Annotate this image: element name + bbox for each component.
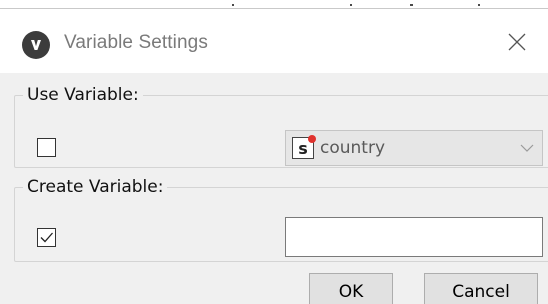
new-variable-name-input[interactable] <box>285 217 543 257</box>
variable-select-value: country <box>320 138 386 158</box>
use-variable-checkbox[interactable] <box>37 138 56 157</box>
dialog-title: Variable Settings <box>64 32 208 53</box>
checkmark-icon <box>40 232 53 243</box>
chevron-down-icon <box>512 131 542 165</box>
string-variable-icon: s <box>292 135 316 159</box>
use-variable-group: Use Variable: s country <box>14 85 548 168</box>
use-variable-legend: Use Variable: <box>27 85 139 105</box>
close-button[interactable] <box>500 25 534 59</box>
title-bar: Variable Settings <box>0 9 548 73</box>
variable-select[interactable]: s country <box>285 130 543 166</box>
create-variable-legend: Create Variable: <box>27 177 164 197</box>
close-icon <box>508 33 526 51</box>
ok-button[interactable]: OK <box>309 273 393 304</box>
cancel-button[interactable]: Cancel <box>424 273 538 304</box>
variable-type-letter: s <box>298 139 308 158</box>
variable-dot <box>308 135 316 143</box>
variable-settings-dialog: Variable Settings Use Variable: s countr… <box>0 8 548 304</box>
create-variable-checkbox[interactable] <box>37 228 56 247</box>
v-logo-icon <box>22 31 50 59</box>
create-variable-group: Create Variable: <box>14 177 548 262</box>
